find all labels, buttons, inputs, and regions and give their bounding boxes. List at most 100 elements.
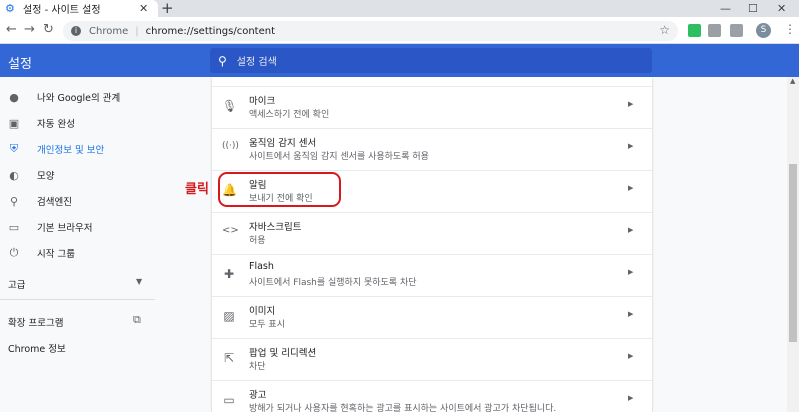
tab-settings[interactable]: ⚙ 설정 - 사이트 설정 ✕ [0,0,158,17]
evernote-icon[interactable] [688,24,701,37]
settings-row-microphone[interactable]: 🎙 마이크 액세스하기 전에 확인 ▶ [212,86,652,128]
tab-strip: ⚙ 설정 - 사이트 설정 ✕ + — ☐ ✕ [0,0,799,17]
minimize-button[interactable]: — [720,2,731,15]
sidebar-item-google[interactable]: ● 나와 Google의 관계 [0,84,155,110]
sidebar-advanced[interactable]: 고급 ▼ [8,277,148,291]
browser-toolbar: ← → ↻ i Chrome | chrome://settings/conte… [0,17,799,44]
profile-avatar[interactable]: S [756,23,771,38]
settings-row-images[interactable]: ▨ 이미지 모두 표시 ▶ [212,296,652,338]
puzzle-icon: ✚ [223,267,235,281]
settings-row-javascript[interactable]: <> 자바스크립트 허용 ▶ [212,212,652,254]
row-subtitle: 사이트에서 움직임 감지 센서를 사용하도록 허용 [249,152,429,162]
forward-button[interactable]: → [24,22,35,37]
sidebar-item-startup[interactable]: ⏻ 시작 그룹 [0,240,155,266]
url-text[interactable]: chrome://settings/content [146,26,275,37]
row-subtitle: 사이트에서 Flash를 실행하지 못하도록 차단 [249,278,417,288]
row-title: 이미지 [249,306,276,317]
chevron-right-icon: ▶ [628,310,634,318]
settings-search-input[interactable]: ⚲ 설정 검색 [210,48,652,73]
settings-row-ads[interactable]: ▭ 광고 방해가 되거나 사용자를 현혹하는 광고를 표시하는 사이트에서 광고… [212,380,652,412]
chart-icon[interactable] [730,24,743,37]
gear-icon: ⚙ [5,1,15,15]
settings-row-popups[interactable]: ⇱ 팝업 및 리디렉션 차단 ▶ [212,338,652,380]
site-info-icon[interactable]: i [71,26,81,36]
tab-title: 설정 - 사이트 설정 [23,5,101,16]
sidebar-divider [0,299,155,300]
advanced-label: 고급 [8,280,26,291]
browser-icon: ▭ [8,220,20,234]
clipboard-icon: ▣ [8,116,20,130]
settings-row-motion-sensors[interactable]: ((·)) 움직임 감지 센서 사이트에서 움직임 감지 센서를 사용하도록 허… [212,128,652,170]
row-subtitle: 차단 [249,362,266,372]
site-settings-card: 🎙 마이크 액세스하기 전에 확인 ▶ ((·)) 움직임 감지 센서 사이트에… [212,77,652,412]
search-icon: ⚲ [9,194,19,208]
url-separator: | [135,25,139,37]
back-button[interactable]: ← [6,22,17,37]
sensor-icon: ((·)) [222,141,239,151]
sidebar-extensions[interactable]: 확장 프로그램 ⧉ [8,313,148,329]
open-in-new-icon: ⧉ [133,313,141,326]
site-name: Chrome [89,25,129,37]
sidebar-item-label: 자동 완성 [37,119,75,130]
row-title: 팝업 및 리디렉션 [249,348,317,359]
row-subtitle: 모두 표시 [249,320,285,330]
reload-button[interactable]: ↻ [43,22,54,37]
chevron-right-icon: ▶ [628,184,634,192]
shield-icon: ⛨ [9,142,19,155]
chevron-right-icon: ▶ [628,394,634,402]
sidebar-item-privacy[interactable]: ⛨ 개인정보 및 보안 [0,136,155,162]
chevron-right-icon: ▶ [628,142,634,150]
microphone-icon: 🎙 [222,99,238,113]
row-subtitle: 방해가 되거나 사용자를 현혹하는 광고를 표시하는 사이트에서 광고가 차단됩… [249,404,557,412]
tab-close-button[interactable]: ✕ [139,2,148,15]
chevron-right-icon: ▶ [628,100,634,108]
chevron-right-icon: ▶ [628,268,634,276]
search-placeholder: 설정 검색 [236,57,277,68]
annotation-label: 클릭 [185,182,209,197]
popup-icon: ⇱ [223,351,235,365]
sidebar-item-label: 검색엔진 [37,197,72,208]
sidebar-item-label: 모양 [37,171,55,182]
window-close-button[interactable]: ✕ [777,2,786,15]
maximize-button[interactable]: ☐ [748,2,758,15]
page-scrollbar[interactable]: ▲ [787,77,799,412]
sidebar-item-label: 기본 브라우저 [37,223,93,234]
new-tab-button[interactable]: + [161,0,174,17]
scroll-up-icon[interactable]: ▲ [790,77,795,85]
scrollbar-thumb[interactable] [789,164,797,342]
sidebar-item-label: 나와 Google의 관계 [37,93,121,104]
row-title: 광고 [249,390,267,401]
annotation-highlight-box [218,172,341,207]
sidebar-item-appearance[interactable]: ◐ 모양 [0,162,155,188]
bookmark-star-icon[interactable]: ☆ [659,23,670,37]
ad-icon: ▭ [223,393,235,407]
row-subtitle: 액세스하기 전에 확인 [249,110,330,120]
extensions-label: 확장 프로그램 [8,318,64,329]
chevron-right-icon: ▶ [628,352,634,360]
person-icon: ● [9,90,19,104]
camera-icon[interactable] [708,24,721,37]
sidebar-item-label: 개인정보 및 보안 [37,145,105,156]
sidebar-item-label: 시작 그룹 [37,249,75,260]
sidebar-about-chrome[interactable]: Chrome 정보 [8,341,66,355]
row-title: 자바스크립트 [249,222,302,233]
image-icon: ▨ [223,309,235,323]
settings-row-flash[interactable]: ✚ Flash 사이트에서 Flash를 실행하지 못하도록 차단 ▶ [212,254,652,296]
sidebar-item-search-engine[interactable]: ⚲ 검색엔진 [0,188,155,214]
palette-icon: ◐ [9,168,19,182]
settings-header: 설정 ⚲ 설정 검색 [0,44,799,77]
power-icon: ⏻ [9,246,19,259]
search-icon: ⚲ [218,53,227,68]
code-icon: <> [222,225,239,236]
row-subtitle: 허용 [249,236,266,246]
menu-dots-icon[interactable]: ⋮ [784,22,796,36]
row-title: 마이크 [249,96,276,107]
chevron-right-icon: ▶ [628,226,634,234]
row-title: Flash [249,261,274,272]
chevron-down-icon: ▼ [136,277,143,286]
address-bar[interactable]: i Chrome | chrome://settings/content ☆ [63,21,678,41]
settings-sidebar: ● 나와 Google의 관계 ▣ 자동 완성 ⛨ 개인정보 및 보안 ◐ 모양… [0,77,155,412]
sidebar-item-default-browser[interactable]: ▭ 기본 브라우저 [0,214,155,240]
sidebar-item-autofill[interactable]: ▣ 자동 완성 [0,110,155,136]
row-title: 움직임 감지 센서 [249,138,317,149]
